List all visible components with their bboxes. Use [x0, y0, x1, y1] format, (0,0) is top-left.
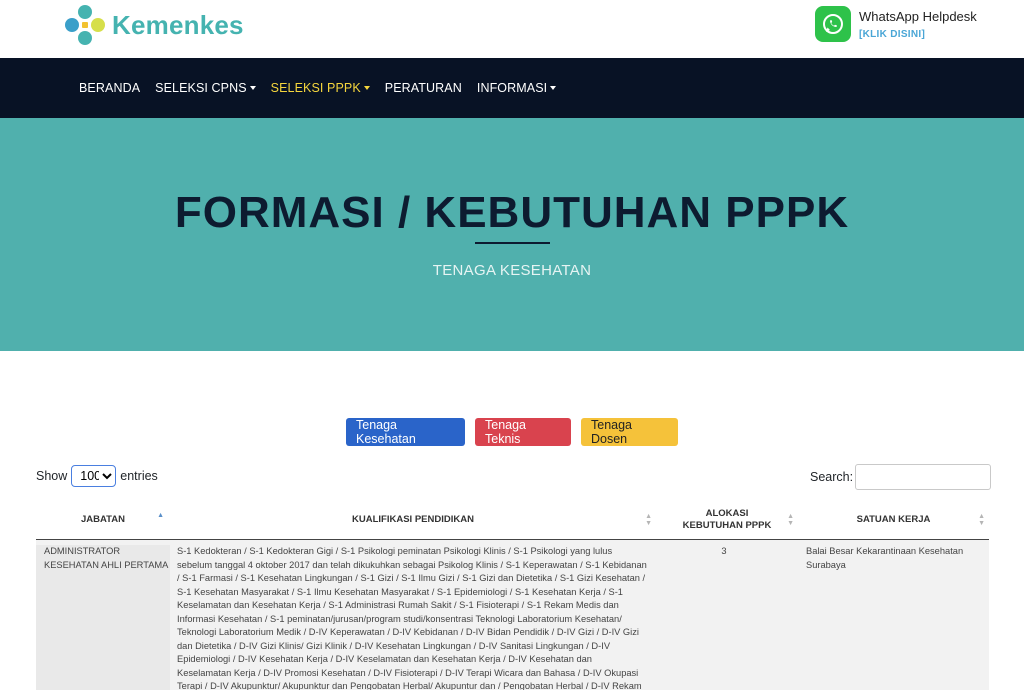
- category-buttons: Tenaga Kesehatan Tenaga Teknis Tenaga Do…: [0, 418, 1024, 446]
- column-header-label: ALOKASI KEBUTUHAN PPPK: [682, 508, 772, 531]
- logo[interactable]: Kemenkes: [64, 4, 244, 46]
- helpdesk-link[interactable]: [KLIK DISINI]: [859, 29, 977, 40]
- search-input[interactable]: [855, 464, 992, 490]
- column-header-label: KUALIFIKASI PENDIDIKAN: [352, 514, 474, 525]
- show-label: Show: [36, 469, 68, 483]
- tenaga-kesehatan-button[interactable]: Tenaga Kesehatan: [346, 418, 465, 446]
- nav-item-label: BERANDA: [79, 81, 141, 95]
- tenaga-teknis-button[interactable]: Tenaga Teknis: [475, 418, 571, 446]
- nav-item-label: SELEKSI PPPK: [270, 81, 361, 95]
- main-navbar: BERANDA SELEKSI CPNS SELEKSI PPPK PERATU…: [0, 58, 1024, 118]
- page-title: FORMASI / KEBUTUHAN PPPK: [174, 188, 850, 237]
- column-header-label: SATUAN KERJA: [856, 514, 931, 525]
- tenaga-dosen-button[interactable]: Tenaga Dosen: [581, 418, 678, 446]
- cell-jabatan: ADMINISTRATOR KESEHATAN AHLI PERTAMA: [36, 545, 170, 690]
- caret-down-icon: [249, 86, 256, 90]
- cell-alokasi: 3: [721, 546, 727, 556]
- kemenkes-logo-icon: [65, 5, 105, 45]
- helpdesk-title: WhatsApp Helpdesk: [859, 9, 977, 24]
- table-search: Search:: [810, 464, 992, 490]
- page-subtitle: TENAGA KESEHATAN: [432, 262, 592, 279]
- entries-label: entries: [120, 469, 158, 483]
- nav-item-label: INFORMASI: [476, 81, 548, 95]
- nav-item-label: SELEKSI CPNS: [155, 81, 247, 95]
- column-header-alokasi[interactable]: ALOKASI KEBUTUHAN PPPK ▲ ▼: [656, 500, 798, 540]
- top-header: Kemenkes WhatsApp Helpdesk [KLIK DISINI]: [0, 0, 1024, 58]
- logo-text: Kemenkes: [112, 9, 244, 40]
- title-divider: [475, 242, 550, 244]
- sort-both-icon: ▲ ▼: [645, 513, 652, 527]
- cell-satuan-kerja: Balai Besar Kekarantinaan Kesehatan Sura…: [806, 546, 964, 570]
- sort-asc-icon: ▲: [157, 512, 164, 519]
- search-label: Search:: [810, 470, 854, 484]
- sort-both-icon: ▲ ▼: [978, 513, 985, 527]
- nav-item-peraturan[interactable]: PERATURAN: [385, 81, 462, 95]
- cell-kualifikasi: S-1 Kedokteran / S-1 Kedokteran Gigi / S…: [177, 546, 647, 690]
- column-header-satuan-kerja[interactable]: SATUAN KERJA ▲ ▼: [798, 500, 989, 540]
- hero-banner: FORMASI / KEBUTUHAN PPPK TENAGA KESEHATA…: [0, 118, 1024, 351]
- caret-down-icon: [550, 86, 557, 90]
- nav-item-informasi[interactable]: INFORMASI: [476, 81, 557, 95]
- whatsapp-helpdesk[interactable]: WhatsApp Helpdesk [KLIK DISINI]: [815, 6, 977, 42]
- nav-item-label: PERATURAN: [384, 81, 462, 95]
- caret-down-icon: [363, 86, 370, 90]
- entries-length-control: Show 100 entries: [36, 465, 158, 487]
- nav-item-beranda[interactable]: BERANDA: [79, 81, 140, 95]
- nav-item-seleksi-cpns[interactable]: SELEKSI CPNS: [155, 81, 256, 95]
- column-header-label: JABATAN: [81, 514, 125, 525]
- entries-select[interactable]: 100: [71, 465, 117, 487]
- column-header-jabatan[interactable]: JABATAN ▲: [36, 500, 170, 540]
- whatsapp-icon[interactable]: [815, 6, 851, 42]
- sort-both-icon: ▲ ▼: [787, 513, 794, 527]
- column-header-kualifikasi[interactable]: KUALIFIKASI PENDIDIKAN ▲ ▼: [170, 500, 656, 540]
- nav-item-seleksi-pppk[interactable]: SELEKSI PPPK: [271, 81, 370, 95]
